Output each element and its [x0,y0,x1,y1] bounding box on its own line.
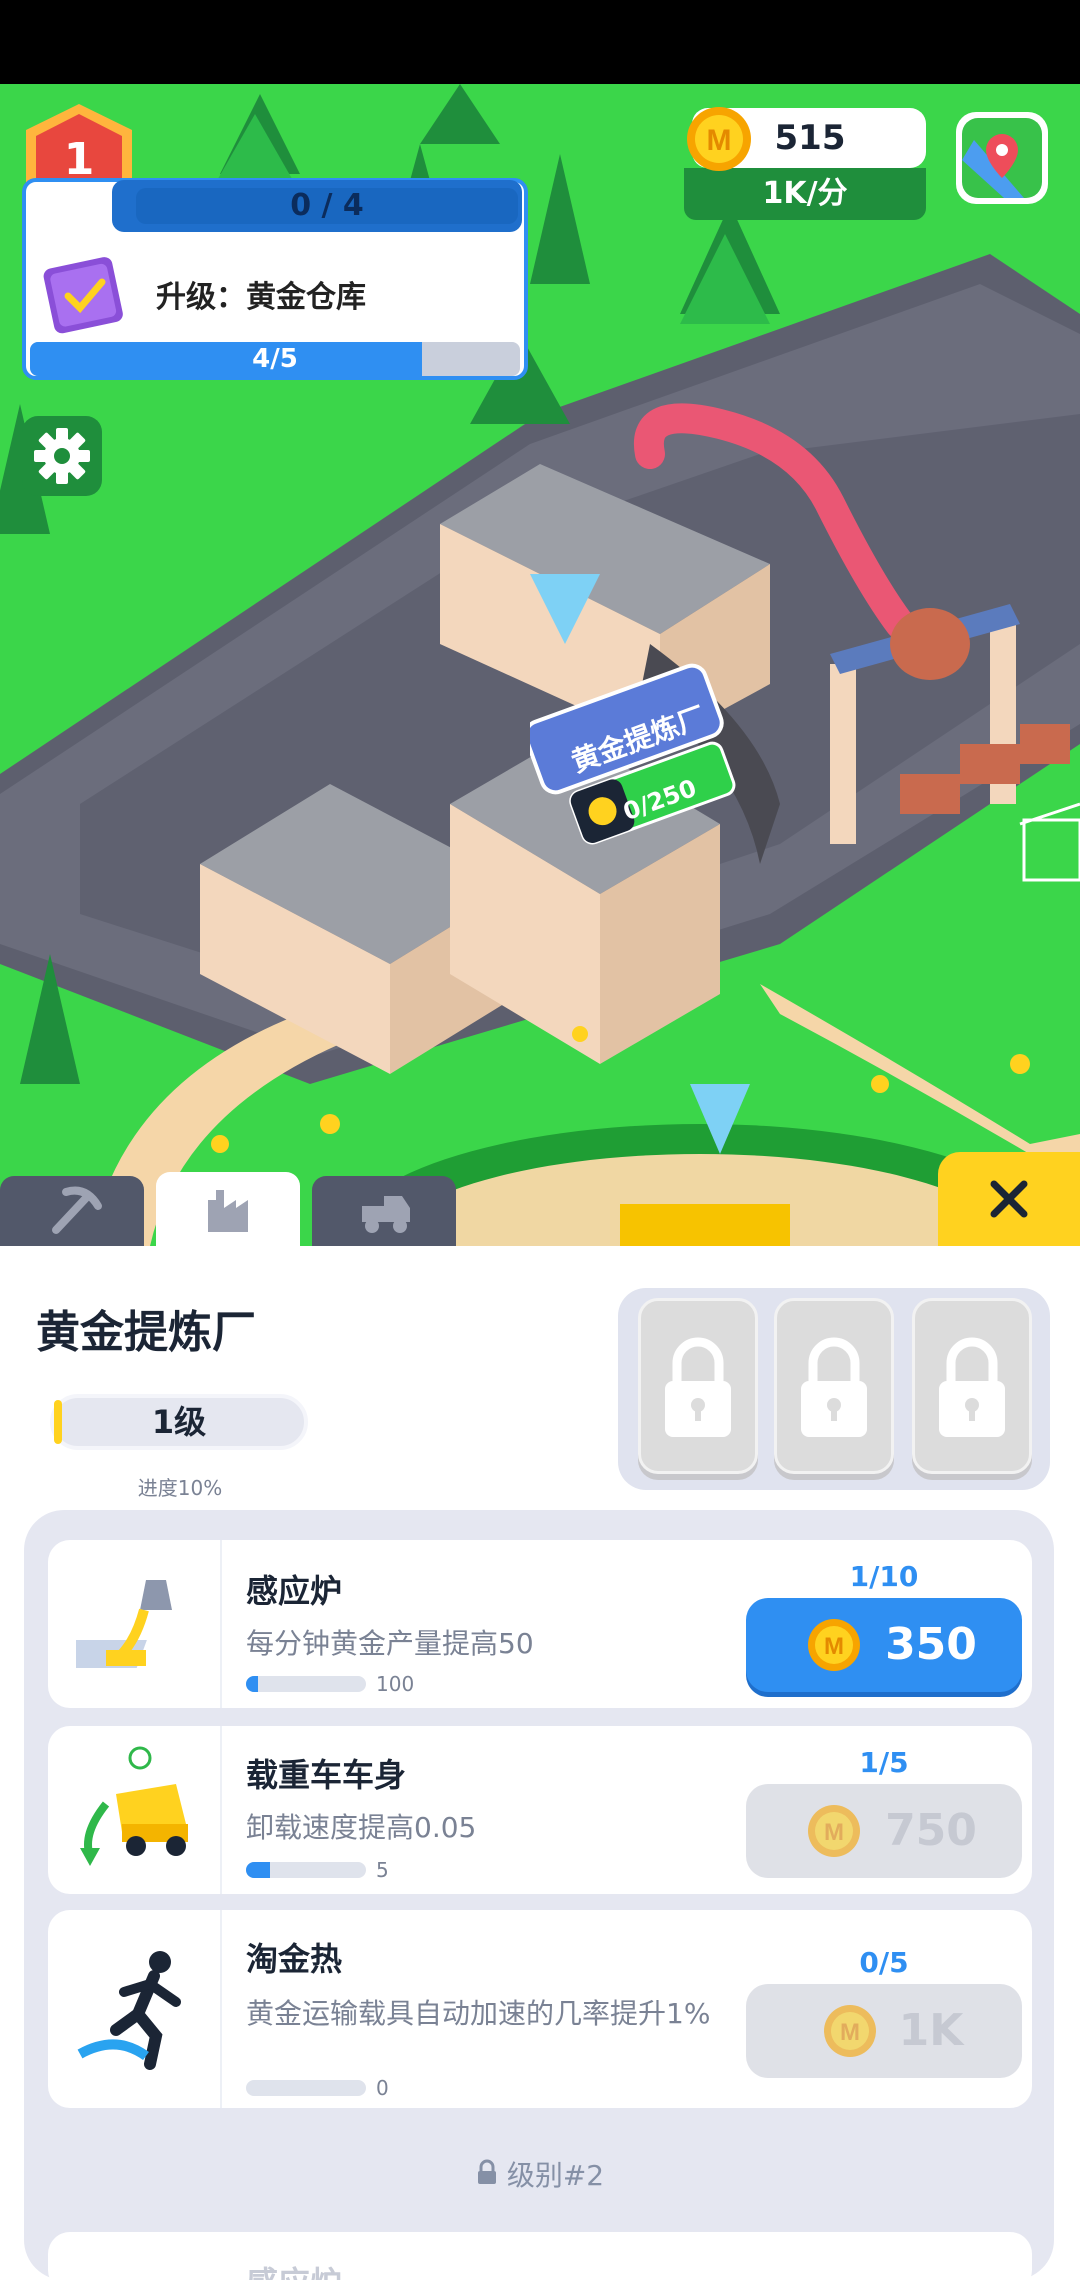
truck-icon [362,1196,410,1233]
dump-truck-icon [80,1746,188,1866]
coin-rate: 1K/分 [762,176,848,211]
upgrade-progress-bar [246,1862,366,1878]
locked-level-label: 级别#2 [506,2159,605,2192]
coin-symbol: M [824,1633,844,1660]
close-icon [990,1180,1028,1218]
locked-slot[interactable] [638,1298,758,1474]
upgrade-desc: 卸载速度提高0.05 [246,1811,477,1844]
close-button[interactable] [938,1152,1080,1246]
upgrade-title: 载重车车身 [246,1756,407,1794]
quest-count: 0 / 4 [290,188,364,223]
quest-progress-text: 4/5 [252,344,298,374]
coin-symbol: M [707,124,732,157]
locked-level-row: 级别#2 [0,2154,1080,2194]
lock-icon [665,1337,731,1437]
quest-book-icon [43,257,123,334]
coin-symbol: M [824,1819,844,1846]
upgrade-progress-bar [246,2080,366,2096]
quest-title: 升级：黄金仓库 [156,280,366,315]
upgrade-price: 1K [898,2005,964,2056]
tab-pickaxe[interactable] [0,1176,144,1248]
upgrade-count: 1/10 [849,1560,919,1593]
map-button[interactable] [954,110,1050,210]
upgrade-desc: 每分钟黄金产量提高50 [246,1627,534,1660]
building-progress-label: 进度10% [137,1476,223,1500]
lock-icon [939,1337,1005,1437]
coin-icon: M [687,107,751,171]
building-level: 1级 [151,1403,207,1441]
building-title: 黄金提炼厂 [36,1307,256,1358]
upgrade-progress-fill [246,1862,270,1878]
building-sign[interactable]: 黄金提炼厂 0/250 [523,660,740,860]
upgrade-card-next [48,2232,1032,2280]
upgrade-progress-label: 0 [376,2076,389,2100]
tab-factory[interactable] [156,1172,300,1248]
upgrade-progress-label: 100 [376,1672,415,1696]
lock-icon [801,1337,867,1437]
running-man-icon [77,1951,181,2070]
upgrade-progress-bar [246,1676,366,1692]
card-divider [220,1726,222,1894]
upgrade-count: 1/5 [859,1746,909,1779]
next-upgrade-title: 感应炉 [246,2258,342,2280]
upgrade-title: 感应炉 [246,1572,343,1610]
upgrade-price: 750 [885,1805,977,1856]
upgrade-desc: 黄金运输载具自动加速的几率提升1% [246,1997,711,2030]
locked-slot[interactable] [912,1298,1032,1474]
locked-slot[interactable] [774,1298,894,1474]
coin-value: 515 [774,118,846,158]
pickaxe-icon [52,1186,102,1234]
lock-icon [477,2159,496,2184]
settings-button[interactable] [22,416,102,496]
furnace-icon [76,1580,172,1668]
upgrade-price: 350 [885,1619,977,1670]
gear-icon [34,428,90,484]
upgrade-progress-label: 5 [376,1858,389,1882]
status-bar [0,0,1080,84]
factory-icon [208,1190,248,1232]
card-divider [220,1910,222,2108]
upgrade-count: 0/5 [859,1946,909,1979]
tab-truck[interactable] [312,1176,456,1248]
upgrade-progress-fill [246,1676,258,1692]
card-divider [220,1540,222,1708]
upgrade-title: 淘金热 [246,1940,343,1978]
